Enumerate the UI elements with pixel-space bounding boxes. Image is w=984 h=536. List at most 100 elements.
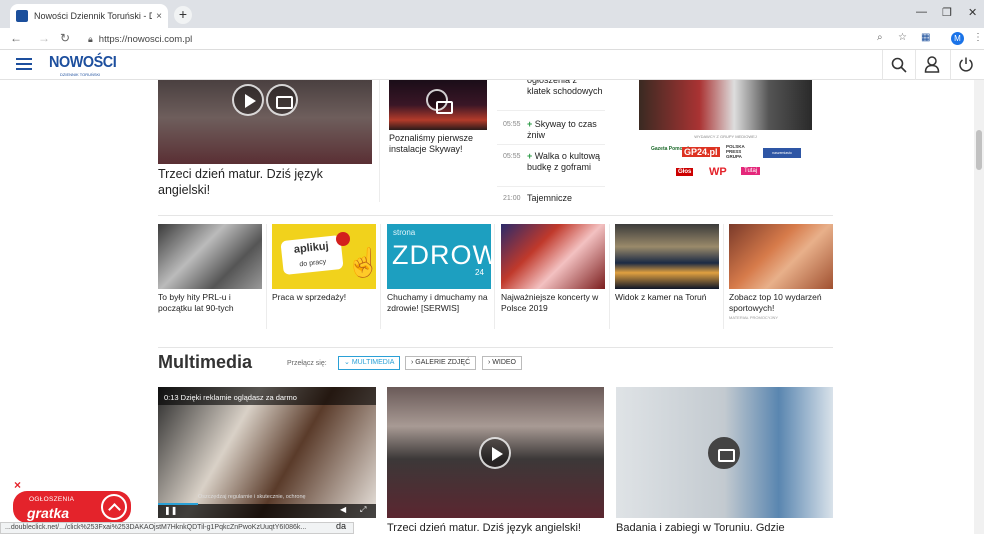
video-progress[interactable] [158, 503, 198, 505]
maximize-icon[interactable]: ❐ [942, 6, 952, 19]
tile-caption[interactable]: Zobacz top 10 wydarzeń sportowych! [729, 292, 837, 313]
tile-caption[interactable]: Widok z kamer na Toruń [615, 292, 723, 303]
new-tab-button[interactable]: + [174, 6, 192, 24]
tile-image-prl[interactable] [158, 224, 262, 289]
back-icon[interactable]: ← [10, 31, 22, 45]
window-close-icon[interactable]: ✕ [968, 6, 977, 19]
tile-image-text: do pracy [299, 258, 327, 269]
main-headline[interactable]: Trzeci dzień matur. Dziś język angielski… [158, 166, 372, 198]
close-icon[interactable]: × [14, 478, 21, 492]
divider [915, 50, 916, 80]
tile-caption[interactable]: To były hity PRL-u i początku lat 90-tyc… [158, 292, 266, 313]
forward-icon[interactable]: → [38, 31, 50, 45]
video-overlay-text: 0:13 Dzięki reklamie oglądasz za darmo [164, 393, 297, 402]
tab-label: GALERIE ZDJĘĆ [415, 359, 471, 366]
zoom-icon[interactable]: ⌕ [877, 32, 883, 43]
tile-caption[interactable]: Najważniejsze koncerty w Polsce 2019 [501, 292, 609, 313]
plus-icon: + [527, 151, 535, 161]
tab-wideo[interactable]: › WIDEO [482, 356, 523, 370]
fullscreen-icon[interactable]: ⤢ [360, 505, 366, 515]
plus-icon: + [527, 119, 535, 129]
camera-icon[interactable] [426, 89, 453, 114]
ogloszenia-widget[interactable]: OGŁOSZENIA gratka [13, 491, 131, 523]
tile-caption[interactable]: Chuchamy i dmuchamy na zdrowie! [SERWIS] [387, 292, 495, 313]
promo-label: MATERIAŁ PROMOCYJNY [729, 315, 779, 320]
video-subtitle: Oszczędzaj regularnie i skutecznie, ochr… [198, 494, 306, 500]
list-item[interactable]: ogłoszenia z klatek schodowych [497, 80, 605, 107]
site-logo-subtitle: DZIENNIK TORUŃSKI [60, 72, 101, 77]
ad-logo-text: Głos [676, 168, 694, 176]
tile-image-torun[interactable] [615, 224, 719, 289]
tile-image-text: 24 [475, 268, 484, 277]
switch-label: Przełącz się: [287, 360, 327, 367]
button-graphic [336, 232, 350, 246]
hamburger-menu-icon[interactable] [16, 58, 32, 70]
tab-galerie[interactable]: › GALERIE ZDJĘĆ [405, 356, 477, 370]
matura-photo[interactable] [158, 80, 372, 164]
list-item[interactable]: 21:00 Tajemnicze [497, 193, 605, 203]
ad-logo-text: naszemiasto [763, 148, 801, 158]
chevron-up-icon[interactable] [101, 494, 127, 520]
list-item[interactable]: 05:55 + Walka o kultową budkę z goframi [497, 151, 605, 185]
reload-icon[interactable]: ↻ [60, 31, 70, 45]
user-icon[interactable] [924, 56, 940, 73]
news-text: Skyway to czas żniw [527, 119, 597, 140]
ad-logo-text: WP [709, 166, 727, 178]
skyway-headline[interactable]: Poznaliśmy pierwsze instalacje Skyway! [389, 133, 489, 155]
ad-logo-text: Tutaj [741, 167, 761, 175]
scrollbar-thumb[interactable] [976, 130, 982, 170]
tab-label: MULTIMEDIA [351, 359, 395, 366]
divider [266, 224, 267, 329]
status-tail-text: da [336, 521, 347, 531]
video-player[interactable]: 0:13 Dzięki reklamie oglądasz za darmo O… [158, 387, 376, 518]
power-icon[interactable] [958, 56, 974, 73]
divider [497, 186, 605, 187]
profile-avatar[interactable]: M [951, 32, 964, 45]
advertisement[interactable]: WYDAWCY Z GRUPY MEDIOWEJ Gazeta Pomorska… [639, 80, 812, 184]
widget-brand: gratka [27, 505, 70, 521]
ad-logo-text: GP24.pl [682, 147, 720, 157]
menu-kebab-icon[interactable]: ⋮ [973, 32, 983, 43]
site-logo[interactable]: NOWOŚCI [49, 54, 117, 72]
bookmark-star-icon[interactable]: ☆ [898, 32, 907, 43]
tile-caption[interactable]: Praca w sprzedaży! [272, 292, 380, 303]
tab-title: Nowości Dziennik Toruński - Dzie [34, 11, 153, 21]
divider [882, 50, 883, 80]
news-text: ogłoszenia z klatek schodowych [527, 80, 603, 96]
skyway-photo[interactable] [389, 80, 487, 130]
divider [497, 144, 605, 145]
tile-image-praca[interactable]: aplikuj do pracy ☝ [272, 224, 376, 289]
browser-tab[interactable]: Nowości Dziennik Toruński - Dzie × [10, 4, 168, 28]
divider [158, 215, 833, 216]
tile-image-text: strona [393, 228, 416, 237]
divider [723, 224, 724, 329]
site-header: NOWOŚCI DZIENNIK TORUŃSKI [0, 50, 984, 80]
news-time: 05:55 [503, 121, 521, 128]
tile-image-koncerty[interactable] [501, 224, 605, 289]
ad-photo [639, 80, 812, 130]
minimize-icon[interactable]: — [916, 6, 927, 18]
tab-close-icon[interactable]: × [156, 11, 162, 22]
search-icon[interactable] [891, 57, 907, 73]
browser-toolbar: ← → ↻ 🔒︎ https://nowosci.com.pl ⌕ ☆ ▦ M … [0, 28, 984, 50]
matura-video-thumb[interactable] [387, 387, 604, 518]
tile-image-sport[interactable] [729, 224, 833, 289]
camera-icon[interactable] [266, 84, 298, 116]
tile-image-zdrowia[interactable]: strona ZDROWIA 24 [387, 224, 491, 289]
badania-photo[interactable] [616, 387, 833, 518]
tab-multimedia[interactable]: ⌄ MULTIMEDIA [338, 356, 401, 370]
divider [950, 50, 951, 80]
play-icon[interactable] [479, 437, 511, 469]
news-time: 21:00 [503, 195, 521, 202]
ad-logo-text: POLSKA PRESS GRUPA [726, 144, 745, 159]
list-item[interactable]: 05:55 + Skyway to czas żniw [497, 119, 605, 141]
extension-icon[interactable]: ▦ [921, 32, 930, 43]
play-icon[interactable] [232, 84, 264, 116]
volume-icon[interactable]: ◀ [340, 505, 346, 514]
tab-label: WIDEO [492, 359, 517, 366]
status-bar-url: ...doubleclick.net/.../click%253Fxai%253… [0, 522, 354, 534]
pause-icon[interactable]: ❚❚ [164, 506, 177, 515]
address-bar[interactable]: 🔒︎ https://nowosci.com.pl [84, 30, 864, 48]
camera-icon[interactable] [708, 437, 740, 469]
lock-icon: 🔒︎ [88, 33, 93, 44]
